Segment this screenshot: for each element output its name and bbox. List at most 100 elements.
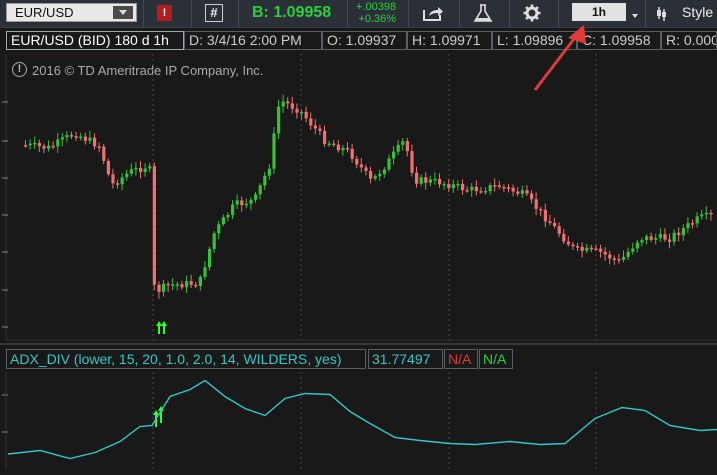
candle-body xyxy=(704,212,708,215)
adx-line xyxy=(7,379,717,460)
candle-body xyxy=(668,239,672,242)
candle-body xyxy=(502,186,506,189)
candle-body xyxy=(479,191,483,193)
range-value: R: 0.0007 xyxy=(661,31,717,50)
toolbar: EUR/USD ! # B: 1.09958 +.00398 +0.36% 1h xyxy=(0,0,717,28)
candle-body xyxy=(470,186,474,191)
candle-body xyxy=(139,167,143,172)
indicator-label: ADX_DIV (lower, 15, 20, 1.0, 2.0, 14, WI… xyxy=(6,349,366,369)
candle-body xyxy=(56,139,60,147)
candle-body xyxy=(217,224,221,234)
candle-body xyxy=(88,137,92,141)
candle-body xyxy=(566,241,570,245)
candle-body xyxy=(612,258,616,260)
up-arrow-icon xyxy=(153,410,159,427)
up-arrow-icon xyxy=(158,406,164,423)
candle-body xyxy=(580,246,584,251)
candle-body xyxy=(290,103,294,109)
candle-body xyxy=(451,184,455,189)
high-value: H: 1.09971 xyxy=(407,31,492,50)
candle-body xyxy=(102,146,106,161)
candle-body xyxy=(28,143,32,146)
candle-body xyxy=(212,233,216,249)
candle-body xyxy=(37,142,41,147)
candle-body xyxy=(313,125,317,129)
chevron-down-icon[interactable] xyxy=(113,6,133,19)
candle-body xyxy=(507,187,511,189)
candle-body xyxy=(157,284,161,292)
candle-body xyxy=(249,199,253,204)
candle-body xyxy=(608,254,612,259)
candle-body xyxy=(686,223,690,229)
candle-body xyxy=(300,111,304,114)
candle-body xyxy=(654,237,658,240)
candle-body xyxy=(318,128,322,131)
timeframe-dropdown-icon[interactable] xyxy=(632,14,638,18)
candle-body xyxy=(681,228,685,236)
symbol-selector[interactable]: EUR/USD xyxy=(6,3,137,22)
style-icon[interactable] xyxy=(656,5,666,23)
share-icon[interactable] xyxy=(422,4,444,22)
candle-body xyxy=(42,146,46,149)
candle-body xyxy=(272,133,276,169)
candle-body xyxy=(649,236,653,240)
chart-title: EUR/USD (BID) 180 d 1h xyxy=(6,31,184,50)
style-menu[interactable]: Style xyxy=(682,4,713,20)
candle-body xyxy=(589,247,593,250)
candle-body xyxy=(392,151,396,159)
candle-body xyxy=(231,204,235,215)
gear-icon[interactable] xyxy=(521,4,543,22)
candle-body xyxy=(553,223,557,227)
open-value: O: 1.09937 xyxy=(322,31,407,50)
candle-body xyxy=(691,223,695,225)
candle-body xyxy=(346,147,350,150)
candle-body xyxy=(465,190,469,192)
candle-body xyxy=(244,203,248,206)
indicator-na-red: N/A xyxy=(444,349,478,369)
alert-flag-icon[interactable]: ! xyxy=(157,5,172,21)
candle-body xyxy=(700,214,704,217)
candle-body xyxy=(221,217,225,225)
candle-body xyxy=(571,244,575,247)
candle-body xyxy=(65,135,69,138)
up-arrows xyxy=(153,321,167,427)
candle-body xyxy=(175,284,179,286)
candle-body xyxy=(516,191,520,194)
candle-body xyxy=(626,251,630,257)
flask-icon[interactable] xyxy=(472,4,494,22)
candle-body xyxy=(203,267,207,277)
timeframe-button[interactable]: 1h xyxy=(572,3,626,21)
candle-body xyxy=(373,176,377,179)
candle-body xyxy=(355,158,359,165)
candle-body xyxy=(631,248,635,252)
candle-body xyxy=(74,136,78,138)
candle-body xyxy=(396,144,400,152)
candle-body xyxy=(530,193,534,200)
symbol-label: EUR/USD xyxy=(15,5,74,20)
candle-body xyxy=(166,283,170,286)
candle-body xyxy=(428,179,432,183)
candle-body xyxy=(534,199,538,209)
candle-body xyxy=(520,190,524,194)
info-icon[interactable]: ! xyxy=(12,62,27,77)
candle-body xyxy=(341,147,345,151)
candle-body xyxy=(433,178,437,181)
candle-body xyxy=(415,172,419,184)
candle-body xyxy=(658,234,662,238)
candle-body xyxy=(419,177,423,184)
bid-price: B: 1.09958 xyxy=(252,4,332,21)
candle-body xyxy=(709,212,713,215)
candle-body xyxy=(382,169,386,174)
candle-body xyxy=(106,160,110,175)
low-value: L: 1.09896 xyxy=(492,31,577,50)
candle-body xyxy=(327,143,331,146)
candle-body xyxy=(603,251,607,255)
candle-body xyxy=(97,146,101,148)
price-change: +.00398 +0.36% xyxy=(356,1,396,25)
hash-button[interactable]: # xyxy=(205,4,223,22)
candle-body xyxy=(622,256,626,260)
change-percent: +0.36% xyxy=(358,13,397,25)
candle-body xyxy=(180,284,184,288)
candle-body xyxy=(125,173,129,178)
candle-body xyxy=(438,178,442,185)
